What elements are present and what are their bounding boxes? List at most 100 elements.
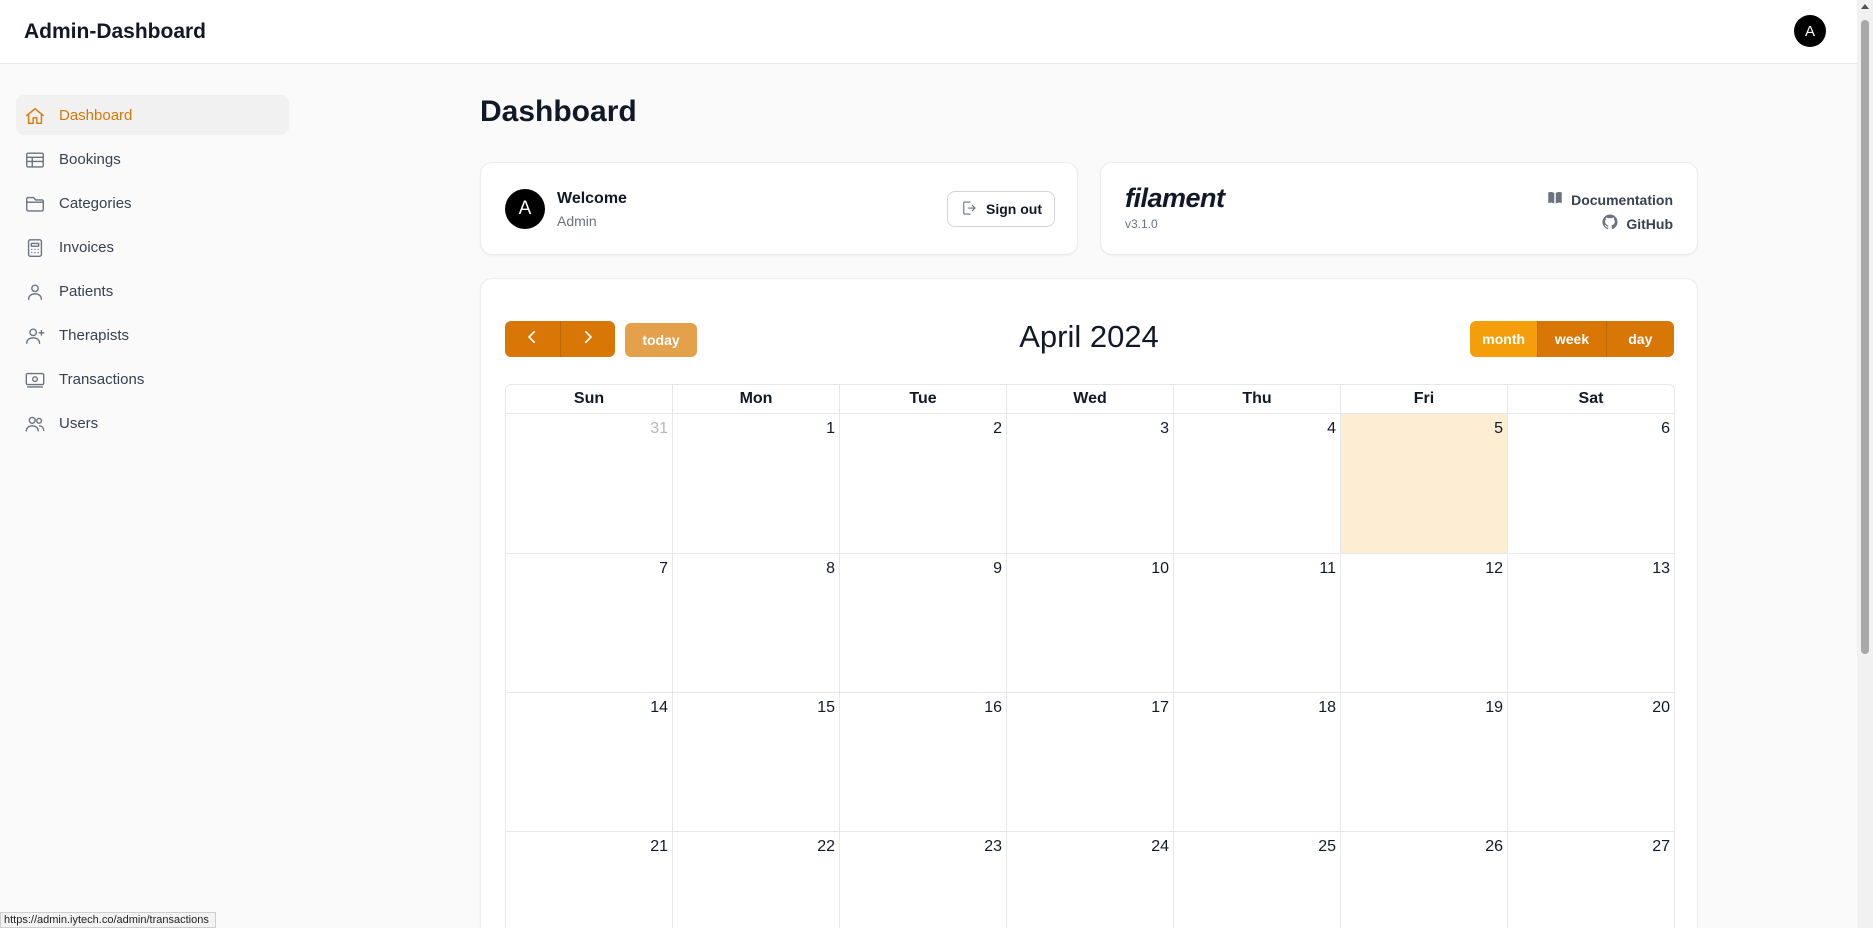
folder-icon <box>24 193 46 215</box>
day-number[interactable]: 14 <box>650 699 668 717</box>
day-number[interactable]: 19 <box>1485 699 1503 717</box>
scroll-up-arrow-icon[interactable] <box>1861 4 1869 9</box>
calendar-day-cell[interactable]: 31 <box>506 414 672 553</box>
calendar-day-cell[interactable]: 4 <box>1173 414 1340 553</box>
day-number[interactable]: 17 <box>1151 699 1169 717</box>
account-widget: A Welcome Admin Sign out <box>480 162 1078 255</box>
day-number[interactable]: 22 <box>817 838 835 856</box>
calendar-day-cell[interactable]: 6 <box>1507 414 1674 553</box>
weekday-sun: Sun <box>573 390 605 407</box>
scrollbar-thumb[interactable] <box>1861 20 1869 654</box>
avatar: A <box>505 189 545 229</box>
sidebar-item-categories[interactable]: Categories <box>16 183 289 223</box>
calendar-grid: Sun Mon Tue Wed Thu Fri Sat 31 1 2 3 4 5… <box>505 384 1675 928</box>
day-number[interactable]: 5 <box>1494 420 1503 438</box>
calendar-day-cell[interactable]: 7 <box>506 554 672 692</box>
day-number[interactable]: 11 <box>1319 560 1336 578</box>
status-bar-url: https://admin.iytech.co/admin/transactio… <box>0 912 216 928</box>
sidebar-item-transactions[interactable]: Transactions <box>16 359 289 399</box>
sidebar: Dashboard Bookings Categories Invoices P… <box>16 95 289 447</box>
sign-out-icon <box>960 199 978 220</box>
day-number[interactable]: 31 <box>650 420 668 438</box>
calendar-day-cell[interactable]: 18 <box>1173 693 1340 831</box>
user-avatar[interactable]: A <box>1794 15 1826 47</box>
banknotes-icon <box>24 369 46 391</box>
day-number[interactable]: 1 <box>826 420 835 438</box>
day-number[interactable]: 26 <box>1485 838 1503 856</box>
weekday-tue: Tue <box>839 385 1006 413</box>
filament-logo[interactable]: filament <box>1125 183 1225 214</box>
calendar-day-cell[interactable]: 23 <box>839 832 1006 928</box>
calendar-day-cell[interactable]: 26 <box>1340 832 1507 928</box>
documentation-label: Documentation <box>1571 191 1673 208</box>
calendar-day-cell[interactable]: 10 <box>1006 554 1173 692</box>
day-number[interactable]: 3 <box>1160 420 1169 438</box>
calendar-day-cell[interactable]: 9 <box>839 554 1006 692</box>
day-number[interactable]: 12 <box>1485 560 1503 578</box>
day-number[interactable]: 25 <box>1318 838 1336 856</box>
calendar-day-cell[interactable]: 17 <box>1006 693 1173 831</box>
day-number[interactable]: 23 <box>984 838 1002 856</box>
calendar-day-cell[interactable]: 12 <box>1340 554 1507 692</box>
calendar-day-cell[interactable]: 20 <box>1507 693 1674 831</box>
welcome-username: Admin <box>557 213 597 229</box>
day-number[interactable]: 9 <box>993 560 1002 578</box>
calendar-day-cell[interactable]: 16 <box>839 693 1006 831</box>
documentation-link[interactable]: Documentation <box>1546 189 1673 210</box>
welcome-title: Welcome <box>557 190 627 207</box>
calendar-day-cell-today[interactable]: 5 <box>1340 414 1507 553</box>
sidebar-item-bookings[interactable]: Bookings <box>16 139 289 179</box>
users-icon <box>24 413 46 435</box>
calendar-view-switcher: month week day <box>1470 321 1674 357</box>
day-number[interactable]: 2 <box>993 420 1002 438</box>
day-number[interactable]: 15 <box>817 699 835 717</box>
day-number[interactable]: 6 <box>1661 420 1670 438</box>
day-number[interactable]: 10 <box>1151 560 1169 578</box>
table-icon <box>24 149 46 171</box>
day-number[interactable]: 16 <box>984 699 1002 717</box>
filament-version: v3.1.0 <box>1125 217 1158 231</box>
sidebar-item-patients[interactable]: Patients <box>16 271 289 311</box>
weekday-fri: Fri <box>1340 385 1507 413</box>
calendar-day-cell[interactable]: 24 <box>1006 832 1173 928</box>
week-view-button[interactable]: week <box>1537 321 1606 357</box>
sidebar-item-invoices[interactable]: Invoices <box>16 227 289 267</box>
github-link[interactable]: GitHub <box>1601 213 1673 234</box>
calendar-day-cell[interactable]: 14 <box>506 693 672 831</box>
calendar-day-cell[interactable]: 19 <box>1340 693 1507 831</box>
calendar-day-cell[interactable]: 3 <box>1006 414 1173 553</box>
calendar-week-row: 21 22 23 24 25 26 27 <box>506 831 1674 928</box>
sidebar-item-users[interactable]: Users <box>16 403 289 443</box>
day-number[interactable]: 7 <box>659 560 668 578</box>
filament-info-widget: filament v3.1.0 Documentation GitHub <box>1100 162 1698 255</box>
sign-out-button[interactable]: Sign out <box>947 191 1055 227</box>
calendar-day-cell[interactable]: 1 <box>672 414 839 553</box>
calendar-week-row: 7 8 9 10 11 12 13 <box>506 553 1674 692</box>
weekday-wed: Wed <box>1006 385 1173 413</box>
calendar-day-cell[interactable]: 27 <box>1507 832 1674 928</box>
day-number[interactable]: 21 <box>650 838 668 856</box>
calendar-day-cell[interactable]: 13 <box>1507 554 1674 692</box>
calendar-day-cell[interactable]: 2 <box>839 414 1006 553</box>
calendar-day-cell[interactable]: 25 <box>1173 832 1340 928</box>
day-number[interactable]: 27 <box>1652 838 1670 856</box>
calendar-day-cell[interactable]: 21 <box>506 832 672 928</box>
day-number[interactable]: 13 <box>1652 560 1670 578</box>
calendar-day-cell[interactable]: 11 <box>1173 554 1340 692</box>
calculator-icon <box>24 237 46 259</box>
sidebar-item-therapists[interactable]: Therapists <box>16 315 289 355</box>
app-title[interactable]: Admin-Dashboard <box>24 20 206 44</box>
month-view-button[interactable]: month <box>1470 321 1538 357</box>
day-number[interactable]: 8 <box>826 560 835 578</box>
page-scrollbar[interactable] <box>1857 0 1873 928</box>
day-number[interactable]: 20 <box>1652 699 1670 717</box>
day-number[interactable]: 18 <box>1318 699 1336 717</box>
sidebar-item-dashboard[interactable]: Dashboard <box>16 95 289 135</box>
calendar-day-cell[interactable]: 8 <box>672 554 839 692</box>
calendar-day-cell[interactable]: 15 <box>672 693 839 831</box>
calendar-day-cell[interactable]: 22 <box>672 832 839 928</box>
day-number[interactable]: 24 <box>1151 838 1169 856</box>
day-view-button[interactable]: day <box>1605 321 1674 357</box>
day-number[interactable]: 4 <box>1327 420 1336 438</box>
home-icon <box>24 105 46 127</box>
